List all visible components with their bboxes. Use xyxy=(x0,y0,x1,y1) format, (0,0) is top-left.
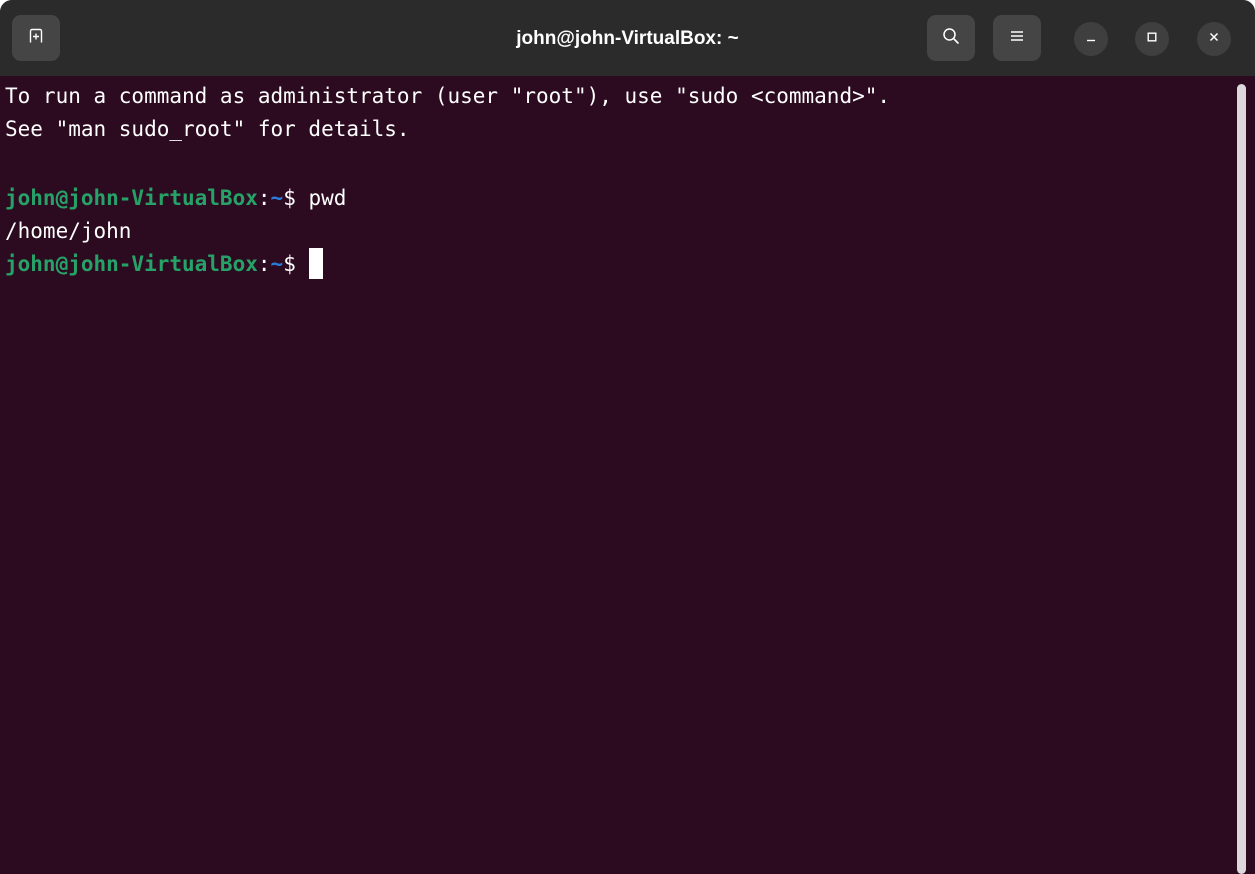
scrollbar-thumb[interactable] xyxy=(1237,84,1246,874)
minimize-icon xyxy=(1085,30,1097,48)
prompt-symbol: $ xyxy=(283,186,309,210)
terminal-line: See "man sudo_root" for details. xyxy=(5,117,410,141)
titlebar[interactable]: john@john-VirtualBox: ~ xyxy=(0,0,1255,76)
maximize-icon xyxy=(1146,30,1158,48)
window-title: john@john-VirtualBox: ~ xyxy=(516,28,739,49)
terminal-window: john@john-VirtualBox: ~ To run a command… xyxy=(0,0,1255,874)
close-button[interactable] xyxy=(1197,22,1231,56)
minimize-button[interactable] xyxy=(1074,22,1108,56)
prompt-user-host: john@john-VirtualBox xyxy=(5,186,258,210)
prompt-colon: : xyxy=(257,252,271,276)
prompt-colon: : xyxy=(257,186,271,210)
text-cursor xyxy=(309,248,324,279)
maximize-button[interactable] xyxy=(1135,22,1169,56)
terminal-line: To run a command as administrator (user … xyxy=(5,84,891,108)
prompt-symbol: $ xyxy=(283,252,309,276)
search-icon xyxy=(942,27,960,50)
new-tab-button[interactable] xyxy=(12,15,60,61)
hamburger-menu-icon xyxy=(1009,29,1025,48)
prompt-user-host: john@john-VirtualBox xyxy=(5,252,258,276)
menu-button[interactable] xyxy=(993,15,1041,61)
prompt-path: ~ xyxy=(270,252,284,276)
prompt-line[interactable]: john@john-VirtualBox:~$ xyxy=(5,248,324,281)
command-output: /home/john xyxy=(5,219,132,243)
terminal-output[interactable]: To run a command as administrator (user … xyxy=(0,76,1234,874)
close-icon xyxy=(1208,30,1220,48)
prompt-path: ~ xyxy=(270,186,284,210)
command-text: pwd xyxy=(308,186,347,210)
new-tab-icon xyxy=(28,28,44,49)
prompt-line: john@john-VirtualBox:~$ pwd xyxy=(5,182,346,215)
search-button[interactable] xyxy=(927,15,975,61)
